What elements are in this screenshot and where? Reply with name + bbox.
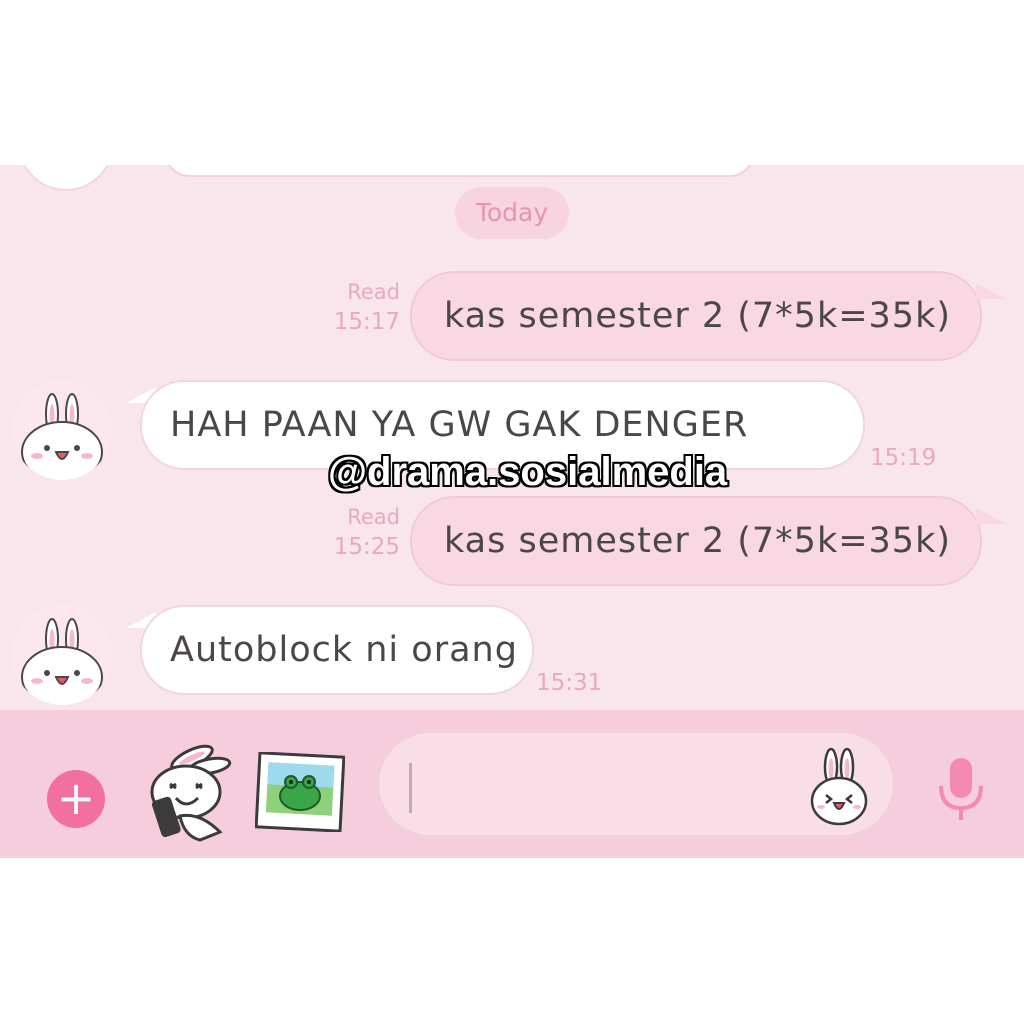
message-time: 15:19 bbox=[870, 445, 937, 471]
bubble-tail bbox=[976, 283, 1006, 299]
message-time: 15:25 bbox=[333, 534, 400, 560]
sticker-button[interactable] bbox=[140, 736, 232, 842]
photo-button[interactable] bbox=[254, 751, 346, 833]
message-text: HAH PAAN YA GW GAK DENGER bbox=[170, 405, 749, 445]
voice-button[interactable] bbox=[933, 754, 989, 824]
message-input-bar: + bbox=[0, 710, 1024, 858]
contact-avatar[interactable] bbox=[12, 380, 112, 480]
message-input[interactable] bbox=[419, 759, 783, 815]
message-bubble-incoming[interactable]: Autoblock ni orang bbox=[140, 605, 534, 695]
date-separator: Today bbox=[455, 187, 569, 239]
microphone-icon bbox=[939, 758, 983, 820]
message-meta: Read 15:25 bbox=[318, 502, 400, 562]
message-input-field[interactable] bbox=[377, 731, 895, 837]
message-meta: Read 15:17 bbox=[318, 277, 400, 337]
photo-icon bbox=[254, 751, 346, 833]
message-text: kas semester 2 (7*5k=35k) bbox=[444, 521, 952, 561]
message-bubble-outgoing[interactable]: kas semester 2 (7*5k=35k) bbox=[410, 271, 982, 361]
avatar-partial[interactable] bbox=[18, 165, 114, 191]
watermark-text: @drama.sosialmedia bbox=[328, 450, 728, 494]
bunny-sticker-icon bbox=[150, 744, 232, 842]
bunny-avatar-icon bbox=[12, 380, 112, 480]
bubble-tail bbox=[976, 508, 1006, 524]
message-time: 15:31 bbox=[536, 670, 603, 696]
message-time: 15:17 bbox=[333, 309, 400, 335]
chat-area: Today Read 15:17 kas semester 2 (7*5k=35… bbox=[0, 165, 1024, 710]
emoji-button[interactable] bbox=[809, 745, 869, 827]
message-text: kas semester 2 (7*5k=35k) bbox=[444, 296, 952, 336]
message-text: Autoblock ni orang bbox=[170, 630, 518, 670]
add-button[interactable]: + bbox=[47, 770, 105, 828]
message-bubble-outgoing[interactable]: kas semester 2 (7*5k=35k) bbox=[410, 496, 982, 586]
plus-icon: + bbox=[56, 771, 96, 825]
read-status: Read bbox=[347, 505, 400, 529]
bunny-emoji-icon bbox=[810, 747, 868, 826]
text-caret bbox=[409, 763, 412, 813]
read-status: Read bbox=[347, 280, 400, 304]
message-bubble-partial bbox=[165, 165, 754, 177]
bunny-avatar-icon bbox=[12, 605, 112, 705]
contact-avatar[interactable] bbox=[12, 605, 112, 705]
